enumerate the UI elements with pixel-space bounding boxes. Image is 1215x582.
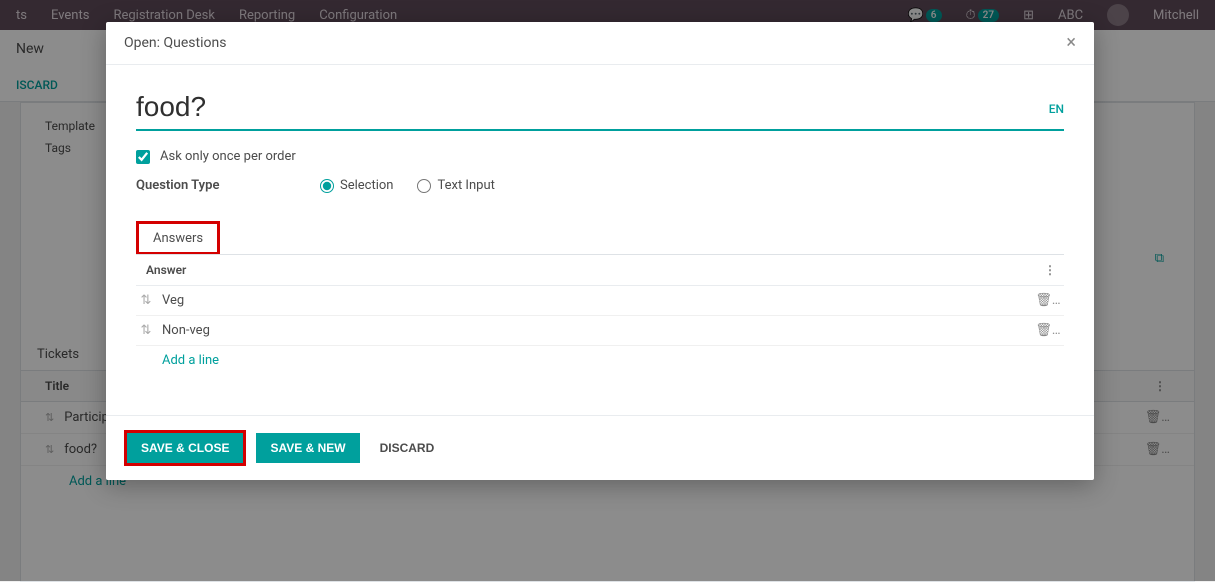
answer-row[interactable]: ⇅ Non-veg 🗑… <box>136 316 1064 346</box>
trash-icon[interactable]: 🗑… <box>1032 293 1064 308</box>
radio-text-label: Text Input <box>437 178 494 193</box>
discard-button[interactable]: DISCARD <box>370 433 445 463</box>
drag-icon[interactable]: ⇅ <box>136 323 156 338</box>
radio-text-input[interactable]: Text Input <box>417 178 494 193</box>
question-type-row: Question Type Selection Text Input <box>136 178 1064 193</box>
radio-text-input-input[interactable] <box>417 179 431 193</box>
answers-tabs: Answers <box>136 221 1064 255</box>
ask-once-checkbox[interactable] <box>136 150 150 164</box>
radio-selection[interactable]: Selection <box>320 178 393 193</box>
lang-button[interactable]: EN <box>1049 102 1064 116</box>
ask-once-row: Ask only once per order <box>136 149 1064 164</box>
modal-title: Open: Questions <box>124 35 226 51</box>
tab-answers[interactable]: Answers <box>139 225 217 252</box>
answers-header: Answer ⋮ <box>136 255 1064 286</box>
save-new-button[interactable]: SAVE & NEW <box>256 433 359 463</box>
answer-column: Answer <box>140 263 1040 277</box>
trash-icon[interactable]: 🗑… <box>1032 323 1064 338</box>
add-line-button[interactable]: Add a line <box>136 346 1064 375</box>
question-type-label: Question Type <box>136 178 296 193</box>
modal-body: EN Ask only once per order Question Type… <box>106 65 1094 385</box>
question-title-input[interactable] <box>136 85 1064 131</box>
radio-selection-input[interactable] <box>320 179 334 193</box>
drag-icon[interactable]: ⇅ <box>136 293 156 308</box>
answer-row[interactable]: ⇅ Veg 🗑… <box>136 286 1064 316</box>
answer-value[interactable]: Veg <box>156 293 1032 308</box>
modal-header: Open: Questions × <box>106 22 1094 65</box>
questions-modal: Open: Questions × EN Ask only once per o… <box>106 22 1094 480</box>
radio-selection-label: Selection <box>340 178 393 193</box>
answer-value[interactable]: Non-veg <box>156 323 1032 338</box>
save-close-button[interactable]: SAVE & CLOSE <box>127 433 243 463</box>
ask-once-label: Ask only once per order <box>160 149 296 164</box>
close-icon[interactable]: × <box>1066 34 1076 52</box>
modal-footer: SAVE & CLOSE SAVE & NEW DISCARD <box>106 415 1094 480</box>
kebab-icon[interactable]: ⋮ <box>1040 263 1060 277</box>
